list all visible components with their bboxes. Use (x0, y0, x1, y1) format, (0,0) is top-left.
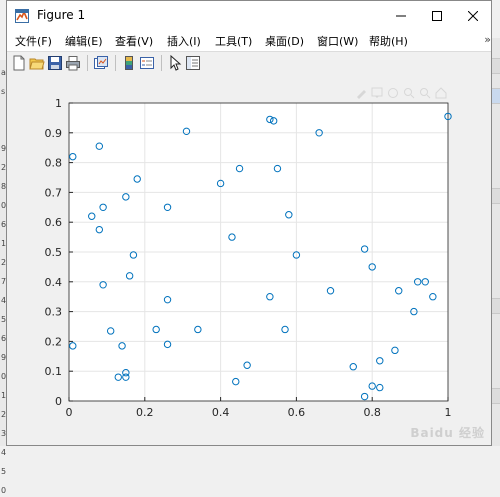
menu-insert[interactable]: 插入(I) (165, 33, 203, 49)
scatter-plot[interactable]: 0 0.2 0.4 0.6 0.8 1 0 0.1 0.2 0.3 0.4 0.5 0.6 0.7 0.8 0… (7, 73, 493, 447)
menu-window[interactable]: 窗口(W) (315, 33, 360, 49)
close-button[interactable] (455, 1, 491, 31)
x-tick-label: 1 (445, 406, 452, 419)
menu-help[interactable]: 帮助(H) (367, 33, 410, 49)
y-tick-label: 0.9 (45, 127, 63, 140)
toolbar-separator (87, 55, 88, 71)
background-fragment-char: 0 (1, 486, 7, 495)
menu-tools[interactable]: 工具(T) (213, 33, 254, 49)
menu-view[interactable]: 查看(V) (113, 33, 155, 49)
close-icon (468, 11, 478, 21)
x-tick-label: 0.2 (136, 406, 154, 419)
y-tick-label: 0.6 (45, 216, 63, 229)
maximize-icon (432, 11, 442, 21)
y-tick-label: 0.3 (45, 306, 63, 319)
menu-desktop[interactable]: 桌面(D) (263, 33, 306, 49)
x-tick-label: 0.6 (288, 406, 306, 419)
maximize-button[interactable] (419, 1, 455, 31)
insert-colorbar-icon[interactable] (121, 55, 137, 71)
property-inspector-icon[interactable] (185, 55, 201, 71)
minimize-icon (396, 15, 406, 17)
y-tick-label: 0 (55, 395, 62, 408)
menu-file[interactable]: 文件(F) (13, 33, 54, 49)
figure-canvas[interactable]: 0 0.2 0.4 0.6 0.8 1 0 0.1 0.2 0.3 0.4 0.5 0.6 0.7 0.8 0… (7, 73, 491, 445)
y-tick-label: 0.8 (45, 157, 63, 170)
matlab-figure-icon (15, 9, 29, 23)
open-file-icon[interactable] (29, 55, 45, 71)
x-tick-label: 0.4 (212, 406, 230, 419)
link-plot-icon[interactable] (93, 55, 109, 71)
menu-overflow-button[interactable]: » (484, 33, 491, 46)
toolbar-separator (161, 55, 162, 71)
x-tick-label: 0.8 (363, 406, 381, 419)
minimize-button[interactable] (383, 1, 419, 31)
figure-toolbar (7, 51, 491, 75)
y-tick-label: 0.5 (45, 246, 63, 259)
figure-window: Figure 1 文件(F) 编辑(E) 查看(V) 插入(I) 工具(T) 桌… (6, 0, 492, 446)
background-fragment-char: 5 (1, 467, 7, 476)
y-tick-label: 0.2 (45, 335, 63, 348)
y-tick-label: 0.7 (45, 186, 63, 199)
save-icon[interactable] (47, 55, 63, 71)
menu-edit[interactable]: 编辑(E) (63, 33, 105, 49)
new-figure-icon[interactable] (11, 55, 27, 71)
watermark: Baidu 经验 (410, 426, 485, 440)
y-tick-label: 0.1 (45, 365, 63, 378)
x-tick-label: 0 (66, 406, 73, 419)
insert-legend-icon[interactable] (139, 55, 155, 71)
toolbar-separator (115, 55, 116, 71)
background-fragment-char: 4 (1, 448, 7, 457)
menu-bar: 文件(F) 编辑(E) 查看(V) 插入(I) 工具(T) 桌面(D) 窗口(W… (7, 31, 491, 51)
y-tick-label: 0.4 (45, 276, 63, 289)
print-icon[interactable] (65, 55, 81, 71)
edit-plot-icon[interactable] (167, 55, 183, 71)
window-title: Figure 1 (37, 8, 86, 22)
y-tick-label: 1 (55, 97, 62, 110)
title-bar[interactable]: Figure 1 (7, 1, 491, 31)
